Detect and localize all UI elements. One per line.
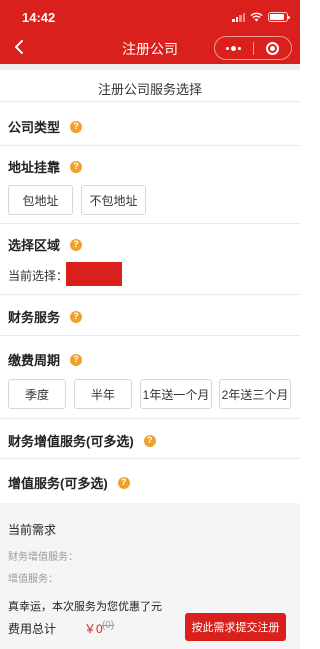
section-address: 地址挂靠 ?	[8, 157, 83, 176]
option-quarter[interactable]: 季度	[8, 379, 66, 409]
battery-icon	[268, 12, 290, 22]
current-selection-label: 当前选择：	[8, 269, 69, 283]
option-with-address[interactable]: 包地址	[8, 185, 73, 215]
divider	[0, 145, 300, 146]
wifi-icon	[250, 12, 263, 22]
section-region: 选择区域 ?	[8, 235, 83, 254]
status-bar: 14:42	[0, 0, 300, 30]
header: 14:42 注册公司	[0, 0, 300, 64]
current-need-title: 当前需求	[8, 523, 57, 537]
nav-bar: 注册公司	[0, 30, 300, 64]
status-time: 14:42	[22, 10, 56, 25]
section-company-type: 公司类型 ?	[8, 117, 83, 136]
divider	[0, 223, 300, 224]
current-region-value[interactable]	[66, 262, 122, 286]
help-icon[interactable]: ?	[117, 476, 130, 489]
close-button[interactable]	[254, 37, 292, 59]
status-icons	[232, 12, 290, 22]
section-title: 选择区域	[8, 238, 61, 253]
divider	[0, 458, 300, 459]
value-added-summary: 增值服务：	[8, 574, 58, 585]
help-icon[interactable]: ?	[70, 238, 83, 251]
total-price: ￥0	[84, 622, 103, 636]
help-icon[interactable]: ?	[70, 310, 83, 323]
help-icon[interactable]: ?	[70, 120, 83, 133]
option-one-year[interactable]: 1年送一个月	[140, 379, 212, 409]
page-subtitle: 注册公司服务选择	[97, 82, 202, 97]
option-two-years[interactable]: 2年送三个月	[219, 379, 291, 409]
section-title: 缴费周期	[8, 353, 61, 368]
original-price: (0)	[102, 620, 115, 631]
help-icon[interactable]: ?	[143, 434, 156, 447]
mini-program-capsule	[214, 36, 292, 60]
divider	[0, 294, 300, 295]
submit-button[interactable]: 按此需求提交注册	[185, 613, 286, 641]
finance-value-added-summary: 财务增值服务：	[8, 552, 78, 563]
section-title: 财务增值服务(可多选)	[8, 434, 134, 449]
header-gap	[0, 64, 300, 70]
help-icon[interactable]: ?	[70, 160, 83, 173]
close-ring-icon	[265, 41, 279, 55]
help-icon[interactable]: ?	[70, 353, 83, 366]
total-label: 费用总计	[8, 622, 57, 636]
section-title: 增值服务(可多选)	[8, 476, 108, 491]
section-title: 公司类型	[8, 120, 61, 135]
more-button[interactable]	[215, 37, 253, 59]
section-period: 缴费周期 ?	[8, 350, 83, 369]
option-half-year[interactable]: 半年	[74, 379, 132, 409]
divider	[0, 101, 300, 102]
divider	[0, 418, 300, 419]
section-finance: 财务服务 ?	[8, 307, 83, 326]
option-without-address[interactable]: 不包地址	[81, 185, 146, 215]
section-title: 地址挂靠	[8, 160, 61, 175]
signal-icon	[232, 12, 245, 22]
section-finance-value-added: 财务增值服务(可多选) ?	[8, 431, 156, 450]
section-title: 财务服务	[8, 310, 61, 325]
section-value-added: 增值服务(可多选) ?	[8, 473, 130, 492]
more-dots-icon	[226, 45, 242, 51]
divider	[0, 335, 300, 336]
discount-message: 真幸运，本次服务为您优惠了元	[8, 601, 162, 613]
